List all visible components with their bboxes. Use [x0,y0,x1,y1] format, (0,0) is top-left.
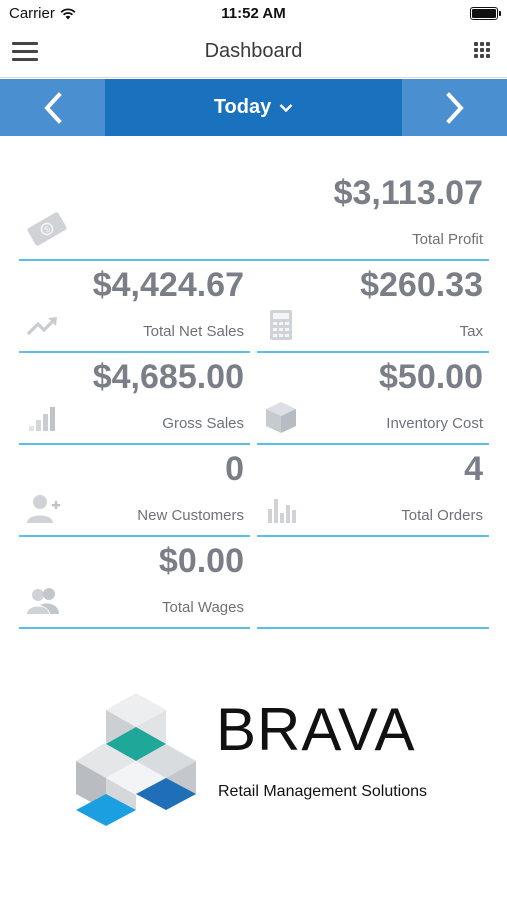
total-wages-label: Total Wages [162,599,244,616]
total-profit-value: $3,113.07 [333,174,483,212]
apps-grid-icon[interactable] [474,42,490,58]
bar-signal-icon [29,407,55,431]
date-range-bar: Today [0,79,507,136]
period-label: Today [213,96,272,118]
total-orders-value: 4 [464,450,483,488]
money-icon: $ [27,212,67,246]
chevron-right-icon [445,91,464,124]
tax-label: Tax [459,323,483,340]
tile-total-wages[interactable]: $0.00 Total Wages [19,538,250,629]
bar-chart-icon [268,499,296,523]
tax-value: $260.33 [360,266,483,304]
brand-name: BRAVA [216,696,416,763]
brava-cube-logo-icon [76,693,196,826]
brava-logo: BRAVA Retail Management Solutions [70,690,450,830]
tile-new-customers[interactable]: 0 New Customers [19,446,250,537]
total-net-sales-label: Total Net Sales [143,323,244,340]
tile-tax[interactable]: $260.33 Tax [257,262,489,353]
previous-period-button[interactable] [0,79,105,136]
inventory-cost-label: Inventory Cost [386,415,483,432]
trend-up-icon [26,317,57,336]
nav-bar: Dashboard [0,28,507,78]
battery-icon [470,7,501,20]
next-period-button[interactable] [402,79,507,136]
box-icon [266,402,296,433]
tile-inventory-cost[interactable]: $50.00 Inventory Cost [257,354,489,445]
inventory-cost-value: $50.00 [379,358,483,396]
gross-sales-value: $4,685.00 [92,358,244,396]
tile-total-orders[interactable]: 4 Total Orders [257,446,489,537]
chevron-left-icon [43,91,62,124]
tile-total-profit[interactable]: $ $3,113.07 Total Profit [19,170,489,261]
gross-sales-label: Gross Sales [162,415,244,432]
chevron-down-icon [279,103,293,112]
tile-total-net-sales[interactable]: $4,424.67 Total Net Sales [19,262,250,353]
brand-tagline: Retail Management Solutions [218,783,428,800]
clock: 11:52 AM [221,5,286,22]
page-title: Dashboard [204,40,303,62]
tile-gross-sales[interactable]: $4,685.00 Gross Sales [19,354,250,445]
total-net-sales-value: $4,424.67 [92,266,244,304]
new-customers-value: 0 [225,450,244,488]
total-wages-value: $0.00 [158,542,244,580]
users-icon [27,588,59,614]
total-profit-label: Total Profit [412,231,483,248]
new-customers-label: New Customers [137,507,244,524]
calculator-icon [270,310,292,340]
tile-empty [257,538,489,629]
add-user-icon [27,495,60,523]
total-orders-label: Total Orders [401,507,483,524]
period-selector[interactable]: Today [105,79,402,136]
status-bar: Carrier 11:52 AM [0,0,507,28]
